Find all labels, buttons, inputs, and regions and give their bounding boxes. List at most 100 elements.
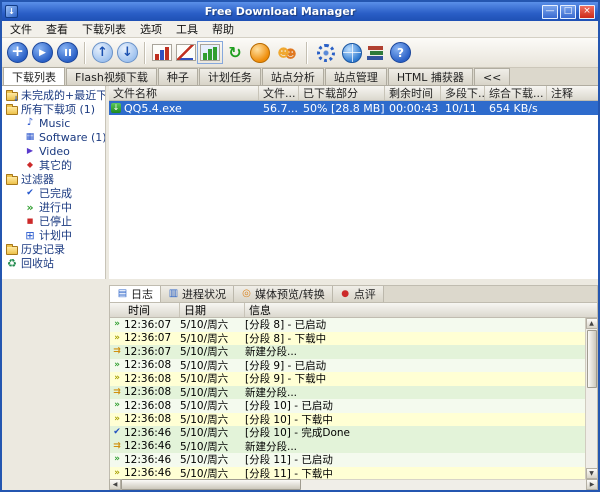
column-speed[interactable]: 综合下载... [485,86,547,100]
tree-item-stopped[interactable]: 已停止 [2,214,105,228]
log-date: 5/10/周六 [180,466,245,479]
tree-item-scheduled[interactable]: 计划中 [2,228,105,242]
log-row[interactable]: 12:36:08 5/10/周六 [分段 10] - 已启动 [110,399,585,413]
scroll-up-arrow-icon[interactable]: ▲ [586,318,598,329]
menu-item-download-list[interactable]: 下载列表 [75,20,133,38]
log-column-time[interactable]: 时间 [110,303,180,317]
menu-item-help[interactable]: 帮助 [205,20,241,38]
log-row[interactable]: 12:36:08 5/10/周六 [分段 9] - 已启动 [110,359,585,373]
horizontal-scrollbar-thumb[interactable] [121,479,301,490]
scheduler-button[interactable] [224,42,246,64]
close-button[interactable]: × [579,5,595,19]
tab-site-manager[interactable]: 站点管理 [325,68,387,85]
download-row[interactable]: QQ5.4.exe 56.7... 50% [28.8 MB] 00:00:43… [109,101,598,115]
main-tab-label: 下载列表 [12,69,56,85]
log-row-icon [110,374,124,383]
add-download-button[interactable] [7,42,28,63]
resume-button[interactable] [32,42,53,63]
network-button[interactable] [342,43,362,63]
pause-button[interactable] [57,42,78,63]
log-row[interactable]: 12:36:46 5/10/周六 [分段 10] - 完成Done [110,426,585,440]
log-row[interactable]: 12:36:08 5/10/周六 [分段 10] - 下载中 [110,413,585,427]
tab-scheduled-tasks[interactable]: 计划任务 [199,68,261,85]
log-column-date[interactable]: 日期 [180,303,245,317]
tree-item-music[interactable]: Music [2,116,105,130]
log-row[interactable]: 12:36:07 5/10/周六 [分段 8] - 下载中 [110,332,585,346]
horizontal-scrollbar-track[interactable] [301,479,586,490]
log-row[interactable]: 12:36:46 5/10/周六 新建分段... [110,440,585,454]
tree-item-label: Music [39,117,70,130]
log-time: 12:36:08 [124,413,180,425]
tab-collapse-button[interactable]: << [474,68,510,85]
settings-button[interactable] [314,41,338,65]
bandwidth-bars-button[interactable] [200,44,220,61]
tab-log[interactable]: 日志 [110,286,161,302]
toolbar-separator [144,42,146,64]
tree-item-completed[interactable]: 已完成 [2,186,105,200]
log-row[interactable]: 12:36:08 5/10/周六 [分段 9] - 下载中 [110,372,585,386]
tab-site-explorer[interactable]: 站点分析 [262,68,324,85]
log-column-message[interactable]: 信息 [245,303,597,317]
log-row-icon [110,415,124,424]
horizontal-scrollbar-row: ◀ ▶ [2,479,598,490]
log-row[interactable]: 12:36:08 5/10/周六 新建分段... [110,386,585,400]
tree-item-icon [24,132,36,143]
community-button[interactable] [274,42,300,64]
column-comment[interactable]: 注释 [547,86,598,100]
log-list: 12:36:07 5/10/周六 [分段 8] - 已启动 12:36:07 5… [110,318,585,479]
log-message: [分段 11] - 下载中 [245,466,585,479]
help-button[interactable] [390,42,411,63]
tab-html-spider[interactable]: HTML 捕获器 [388,68,473,85]
column-file-size[interactable]: 文件... [259,86,299,100]
scroll-down-arrow-icon[interactable]: ▼ [586,468,598,479]
log-row[interactable]: 12:36:07 5/10/周六 [分段 8] - 已启动 [110,318,585,332]
menu-item-view[interactable]: 查看 [39,20,75,38]
move-down-button[interactable] [117,42,138,63]
tree-item-recycle-bin[interactable]: 回收站 [2,256,105,270]
tree-item-incomplete-recent[interactable]: 未完成的+最近下载 [2,88,105,102]
column-sections[interactable]: 多段下... [441,86,485,100]
menu-item-file[interactable]: 文件 [3,20,39,38]
move-up-button[interactable] [92,42,113,63]
sections-cell: 10/11 [441,102,485,115]
tab-torrents[interactable]: 种子 [158,68,198,85]
main-tab-label: 站点分析 [271,69,315,85]
window-title: Free Download Manager [20,5,540,18]
log-row[interactable]: 12:36:46 5/10/周六 [分段 11] - 已启动 [110,453,585,467]
app-icon [5,5,18,18]
tab-media-preview[interactable]: 媒体预览/转换 [234,286,333,302]
fdm-ball-button[interactable] [250,43,270,63]
tree-item-other[interactable]: 其它的 [2,158,105,172]
scroll-right-arrow-icon[interactable]: ▶ [586,479,598,490]
column-file-name[interactable]: 文件名称 [109,86,259,100]
tree-item-label: Software (1) [39,131,106,144]
maximize-button[interactable]: □ [560,5,576,19]
column-downloaded[interactable]: 已下载部分 [299,86,385,100]
tree-item-all-downloads[interactable]: 所有下载项 (1) [2,102,105,116]
tree-item-in-progress[interactable]: 进行中 [2,200,105,214]
menu-item-options[interactable]: 选项 [133,20,169,38]
minimize-button[interactable]: — [542,5,558,19]
vertical-scrollbar-thumb[interactable] [587,330,597,388]
log-row[interactable]: 12:36:46 5/10/周六 [分段 11] - 下载中 [110,467,585,480]
toolbar-separator [84,42,86,64]
tree-item-software[interactable]: Software (1) [2,130,105,144]
tree-item-history[interactable]: 历史记录 [2,242,105,256]
tree-item-filters[interactable]: 过滤器 [2,172,105,186]
scroll-left-arrow-icon[interactable]: ◀ [109,479,121,490]
library-button[interactable] [366,44,386,62]
tab-flash-video[interactable]: Flash视频下载 [66,68,157,85]
tab-comments[interactable]: 点评 [333,286,384,302]
tree-item-icon [24,188,36,199]
log-time: 12:36:08 [124,373,180,385]
traffic-graph-button[interactable] [176,44,196,61]
log-body-wrap: 12:36:07 5/10/周六 [分段 8] - 已启动 12:36:07 5… [110,318,597,479]
tab-process-status[interactable]: 进程状况 [161,286,234,302]
log-vertical-scrollbar[interactable]: ▲ ▼ [585,318,597,479]
tree-item-video[interactable]: Video [2,144,105,158]
column-time-left[interactable]: 剩余时间 [385,86,441,100]
log-row[interactable]: 12:36:07 5/10/周六 新建分段... [110,345,585,359]
speed-chart-button[interactable] [152,44,172,61]
tab-download-list[interactable]: 下载列表 [3,67,65,85]
menu-item-tools[interactable]: 工具 [169,20,205,38]
